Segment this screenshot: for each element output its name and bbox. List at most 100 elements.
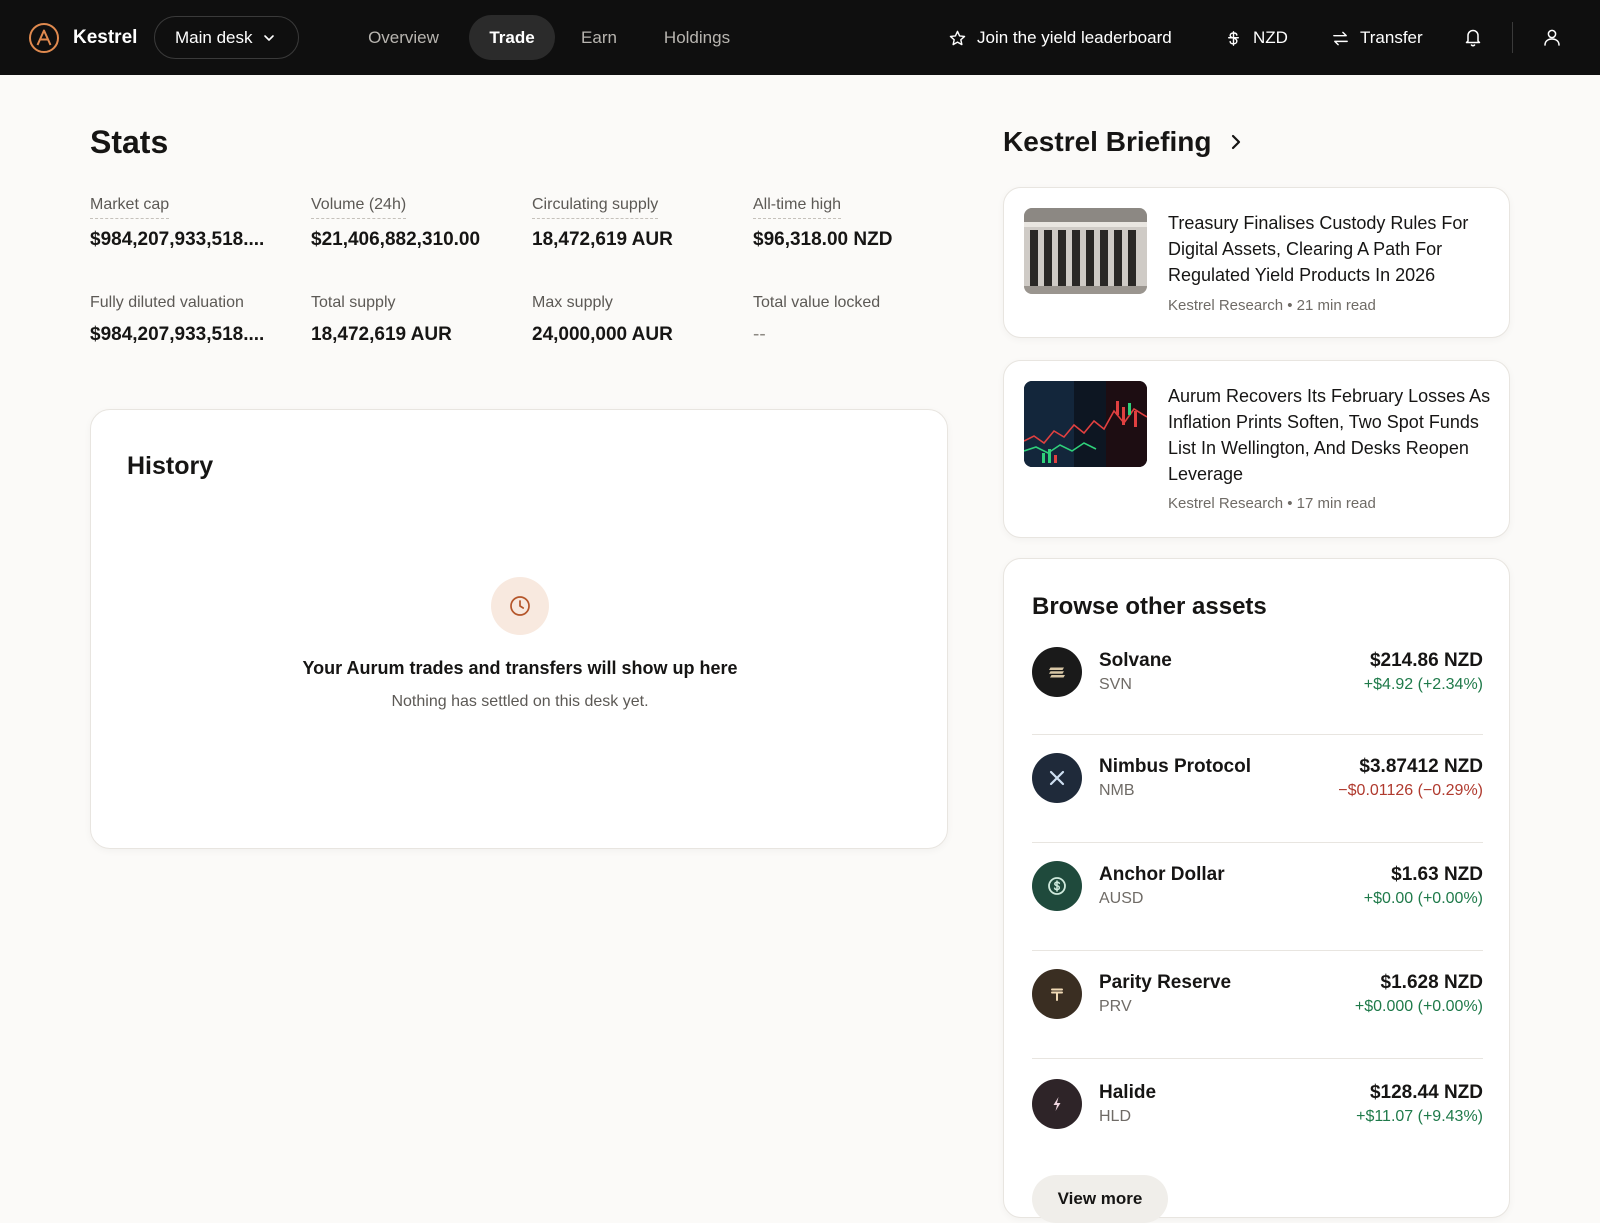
asset-price: $128.44 NZD [1369, 1082, 1483, 1103]
stat-label[interactable]: Volume (24h) [311, 194, 407, 219]
asset-change: −$0.01126 (−0.29%) [1338, 782, 1483, 799]
empty-state-title: Your Aurum trades and transfers will sho… [302, 658, 738, 678]
meta-separator-dot: • [1287, 495, 1297, 512]
stat-circulating-supply: Circulating supply 18,472,619 AUR [532, 194, 732, 253]
asset-ticker: NMB [1099, 782, 1135, 799]
briefing-header-link[interactable]: Kestrel Briefing [1003, 124, 1246, 160]
asset-change: +$0.00 (+0.00%) [1363, 890, 1483, 907]
nav-tab-holdings[interactable]: Holdings [647, 15, 747, 60]
news-read-time: 17 min read [1296, 495, 1376, 512]
stat-label[interactable]: All-time high [753, 194, 842, 219]
stat-value: 24,000,000 AUR [532, 324, 673, 345]
asset-row-solvane[interactable]: Solvane SVN $214.86 NZD +$4.92 (+2.34%) [1032, 631, 1483, 717]
asset-name: Halide [1099, 1082, 1157, 1103]
stat-label: Total supply [311, 294, 396, 311]
news-read-time: 21 min read [1296, 297, 1376, 314]
stat-all-time-high: All-time high $96,318.00 NZD [753, 194, 953, 253]
asset-name: Nimbus Protocol [1099, 756, 1252, 777]
user-profile-icon[interactable] [1541, 26, 1563, 48]
asset-row-parity-reserve[interactable]: Parity Reserve PRV $1.628 NZD +$0.000 (+… [1032, 950, 1483, 1036]
currency-icon [1228, 30, 1239, 46]
asset-ticker: HLD [1099, 1108, 1132, 1125]
asset-change: +$0.000 (+0.00%) [1354, 998, 1483, 1015]
stat-label[interactable]: Circulating supply [532, 194, 659, 219]
nimbus-logo-icon [1049, 770, 1065, 786]
chevron-down-icon [264, 34, 275, 41]
stat-volume-24h: Volume (24h) $21,406,882,310.00 [311, 194, 511, 253]
halide-logo-icon [1053, 1097, 1061, 1111]
clock-icon [510, 596, 530, 616]
asset-logo [1032, 1079, 1082, 1129]
stat-value: -- [753, 324, 766, 345]
asset-row-halide[interactable]: Halide HLD $128.44 NZD +$11.07 (+9.43%) [1032, 1058, 1483, 1144]
star-icon [949, 30, 966, 45]
stat-fully-diluted-valuation: Fully diluted valuation $984,207,933,518… [90, 292, 290, 348]
nav-tab-overview[interactable]: Overview [352, 15, 455, 60]
view-more-button[interactable]: View more [1032, 1175, 1168, 1223]
news-headline: Treasury Finalises Custody Rules For Dig… [1168, 213, 1469, 285]
stat-value: $21,406,882,310.00 [311, 229, 481, 250]
news-source: Kestrel Research [1168, 495, 1284, 512]
currency-selector[interactable]: NZD [1224, 24, 1288, 52]
news-meta: Kestrel Research • 17 min read [1168, 494, 1376, 514]
news-meta: Kestrel Research • 21 min read [1168, 296, 1376, 316]
asset-price: $1.628 NZD [1380, 972, 1483, 993]
leaderboard-button[interactable]: Join the yield leaderboard [948, 24, 1172, 52]
asset-logo [1032, 969, 1082, 1019]
asset-logo [1032, 647, 1082, 697]
stat-total-value-locked: Total value locked -- [753, 292, 953, 348]
stat-label: Total value locked [753, 294, 881, 311]
stat-label: Max supply [532, 294, 613, 311]
news-card[interactable]: Treasury Finalises Custody Rules For Dig… [1003, 187, 1510, 338]
history-heading: History [127, 452, 214, 480]
brand-name[interactable]: Kestrel [73, 25, 137, 51]
topbar-divider [1512, 22, 1513, 53]
news-thumbnail [1024, 381, 1147, 467]
stat-market-cap: Market cap $984,207,933,518.... [90, 194, 290, 253]
news-source: Kestrel Research [1168, 297, 1284, 314]
meta-separator-dot: • [1287, 297, 1297, 314]
asset-name: Anchor Dollar [1099, 864, 1225, 885]
stat-label: Fully diluted valuation [90, 294, 244, 311]
news-headline: Aurum Recovers Its February Losses As In… [1168, 386, 1491, 484]
news-card[interactable]: Aurum Recovers Its February Losses As In… [1003, 360, 1510, 538]
currency-label: NZD [1253, 28, 1288, 47]
asset-logo [1032, 861, 1082, 911]
stats-heading: Stats [90, 124, 169, 160]
stat-total-supply: Total supply 18,472,619 AUR [311, 292, 511, 348]
asset-row-nimbus-protocol[interactable]: Nimbus Protocol NMB $3.87412 NZD −$0.011… [1032, 734, 1483, 820]
top-navigation-bar: Kestrel Main desk Overview Trade Earn Ho… [0, 0, 1600, 75]
stat-max-supply: Max supply 24,000,000 AUR [532, 292, 732, 348]
stat-value: $984,207,933,518.... [90, 229, 265, 250]
transfer-arrows-icon [1333, 31, 1348, 45]
asset-price: $3.87412 NZD [1359, 756, 1483, 777]
browse-assets-card: Browse other assets Solvane SVN $214.86 … [1003, 558, 1510, 1223]
stat-label[interactable]: Market cap [90, 194, 170, 219]
asset-price: $1.63 NZD [1391, 864, 1483, 885]
desk-selector-label: Main desk [175, 27, 253, 47]
stat-value: 18,472,619 AUR [532, 229, 673, 250]
solvane-logo-icon [1049, 667, 1065, 678]
asset-logo [1032, 753, 1082, 803]
briefing-heading: Kestrel Briefing [1003, 126, 1212, 157]
stat-value: $984,207,933,518.... [90, 324, 265, 345]
browse-assets-heading: Browse other assets [1032, 593, 1267, 620]
kestrel-logo-icon[interactable] [28, 22, 60, 54]
bell-icon[interactable] [1462, 26, 1484, 48]
parity-reserve-logo-icon [1051, 988, 1063, 1001]
anchor-dollar-logo-icon [1048, 877, 1066, 895]
nav-tab-earn[interactable]: Earn [565, 15, 633, 60]
leaderboard-label: Join the yield leaderboard [977, 28, 1172, 47]
asset-row-anchor-dollar[interactable]: Anchor Dollar AUSD $1.63 NZD +$0.00 (+0.… [1032, 842, 1483, 928]
desk-selector[interactable]: Main desk [154, 16, 299, 59]
stat-value: 18,472,619 AUR [311, 324, 452, 345]
asset-name: Solvane [1099, 650, 1172, 671]
asset-ticker: SVN [1099, 676, 1132, 693]
asset-name: Parity Reserve [1099, 972, 1232, 993]
transfer-label: Transfer [1360, 28, 1423, 47]
transfer-button[interactable]: Transfer [1331, 24, 1423, 52]
asset-change: +$4.92 (+2.34%) [1363, 676, 1483, 693]
news-thumbnail [1024, 208, 1147, 294]
nav-tab-trade[interactable]: Trade [469, 15, 555, 60]
empty-state-subtitle: Nothing has settled on this desk yet. [391, 693, 649, 710]
